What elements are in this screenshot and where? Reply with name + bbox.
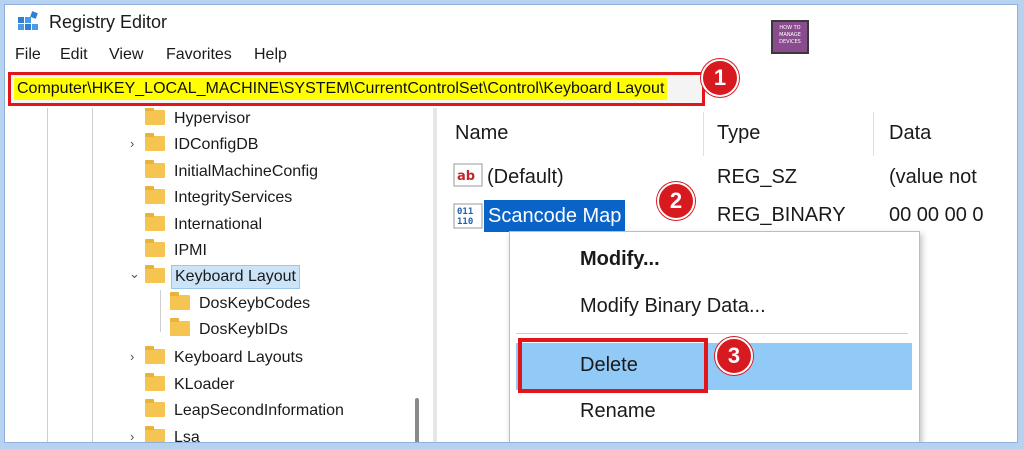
menu-separator bbox=[516, 333, 908, 334]
folder-icon bbox=[170, 292, 190, 310]
binary-icon-line: 110 bbox=[457, 217, 473, 227]
menu-item-rename[interactable]: Rename bbox=[580, 400, 656, 423]
binary-icon-text: 011 110 bbox=[457, 207, 473, 227]
binary-icon-line: 011 bbox=[457, 207, 473, 217]
folder-icon bbox=[145, 399, 165, 417]
folder-icon bbox=[145, 108, 165, 125]
chevron-down-icon[interactable]: ⌄ bbox=[129, 266, 140, 282]
address-bar[interactable]: Computer\HKEY_LOCAL_MACHINE\SYSTEM\Curre… bbox=[8, 72, 705, 106]
menu-view[interactable]: View bbox=[109, 46, 143, 64]
value-data: (value not bbox=[889, 166, 977, 188]
tree-item-international[interactable]: International bbox=[145, 212, 265, 238]
folder-icon bbox=[145, 133, 165, 151]
tree-item-label: InitialMachineConfig bbox=[174, 163, 319, 180]
tree-item-label: Keyboard Layout bbox=[171, 265, 300, 289]
delete-highlight-box bbox=[518, 338, 708, 393]
registry-editor-icon bbox=[18, 11, 38, 30]
logo-line: HOW TO bbox=[779, 25, 801, 31]
key-tree-pane[interactable]: Hypervisor › IDConfigDB InitialMachineCo… bbox=[5, 108, 430, 443]
folder-icon bbox=[145, 213, 165, 231]
menu-edit[interactable]: Edit bbox=[60, 46, 88, 64]
tree-item-label: Lsa bbox=[174, 429, 200, 443]
column-header-type[interactable]: Type bbox=[717, 122, 760, 145]
step-callout-2: 2 bbox=[657, 182, 695, 220]
folder-icon bbox=[170, 318, 190, 336]
tree-item-label: DosKeybIDs bbox=[199, 321, 288, 338]
tree-item-ipmi[interactable]: IPMI bbox=[145, 238, 210, 264]
tree-guide-line bbox=[160, 290, 161, 332]
menu-item-modify-binary-data[interactable]: Modify Binary Data... bbox=[580, 295, 766, 318]
value-data: 00 00 00 0 bbox=[889, 204, 984, 226]
folder-icon bbox=[145, 265, 165, 283]
value-type: REG_SZ bbox=[717, 166, 798, 188]
tree-item-kloader[interactable]: KLoader bbox=[145, 372, 238, 398]
window-title: Registry Editor bbox=[49, 12, 168, 32]
tree-item-lsa[interactable]: Lsa bbox=[145, 425, 203, 443]
menu-favorites[interactable]: Favorites bbox=[166, 46, 232, 64]
step-callout-3: 3 bbox=[715, 337, 753, 375]
string-value-icon-text: ab bbox=[457, 169, 475, 184]
tree-item-integrityservices[interactable]: IntegrityServices bbox=[145, 185, 295, 211]
folder-icon bbox=[145, 373, 165, 391]
tree-item-initialmachineconfig[interactable]: InitialMachineConfig bbox=[145, 159, 321, 185]
binary-value-icon: 011 110 bbox=[453, 203, 483, 229]
tree-item-idconfigdb[interactable]: IDConfigDB bbox=[145, 132, 261, 158]
tree-item-keyboard-layout[interactable]: Keyboard Layout bbox=[145, 264, 300, 290]
tree-item-doskeybcodes[interactable]: DosKeybCodes bbox=[170, 291, 313, 317]
registry-editor-window: Registry Editor HOW TO MANAGE DEVICES Fi… bbox=[4, 4, 1018, 443]
address-path[interactable]: Computer\HKEY_LOCAL_MACHINE\SYSTEM\Curre… bbox=[14, 78, 668, 100]
tree-item-label: IPMI bbox=[174, 242, 207, 259]
column-separator[interactable] bbox=[703, 112, 704, 156]
tree-guide-line bbox=[47, 108, 48, 442]
title-bar: Registry Editor bbox=[5, 5, 1017, 41]
tree-scrollbar-thumb[interactable] bbox=[415, 398, 419, 442]
folder-icon bbox=[145, 239, 165, 257]
tree-item-label: Keyboard Layouts bbox=[174, 349, 303, 366]
menu-help[interactable]: Help bbox=[254, 46, 287, 64]
chevron-right-icon[interactable]: › bbox=[130, 136, 134, 151]
tree-item-doskeybids[interactable]: DosKeybIDs bbox=[170, 317, 291, 343]
tree-item-label: International bbox=[174, 216, 263, 233]
tree-item-label: IntegrityServices bbox=[174, 189, 293, 206]
menu-item-modify[interactable]: Modify... bbox=[580, 248, 660, 271]
folder-icon bbox=[145, 160, 165, 178]
column-header-name[interactable]: Name bbox=[455, 122, 508, 145]
menu-file[interactable]: File bbox=[15, 46, 41, 64]
folder-icon bbox=[145, 186, 165, 204]
column-header-data[interactable]: Data bbox=[889, 122, 931, 145]
tree-item-hypervisor[interactable]: Hypervisor bbox=[145, 108, 253, 132]
tree-item-label: Hypervisor bbox=[174, 110, 251, 127]
value-type: REG_BINARY bbox=[717, 204, 846, 226]
folder-icon bbox=[145, 426, 165, 442]
string-value-icon: ab bbox=[453, 163, 483, 187]
step-callout-1: 1 bbox=[701, 59, 739, 97]
tree-item-label: IDConfigDB bbox=[174, 136, 259, 153]
chevron-right-icon[interactable]: › bbox=[130, 349, 134, 364]
logo-line: MANAGE bbox=[779, 32, 801, 38]
tree-item-keyboard-layouts[interactable]: Keyboard Layouts bbox=[145, 345, 306, 371]
column-separator[interactable] bbox=[873, 112, 874, 156]
tree-item-label: LeapSecondInformation bbox=[174, 402, 344, 419]
tree-item-label: DosKeybCodes bbox=[199, 295, 311, 312]
context-menu: Modify... Modify Binary Data... Delete R… bbox=[509, 231, 920, 442]
menu-bar: File Edit View Favorites Help bbox=[5, 43, 1017, 69]
value-name-selected[interactable]: Scancode Map bbox=[484, 200, 626, 232]
tree-item-label: KLoader bbox=[174, 376, 235, 393]
folder-icon bbox=[145, 346, 165, 364]
tree-item-leapsecondinformation[interactable]: LeapSecondInformation bbox=[145, 398, 347, 424]
value-name: (Default) bbox=[487, 166, 564, 188]
chevron-right-icon[interactable]: › bbox=[130, 429, 134, 442]
tree-guide-line bbox=[92, 108, 93, 442]
